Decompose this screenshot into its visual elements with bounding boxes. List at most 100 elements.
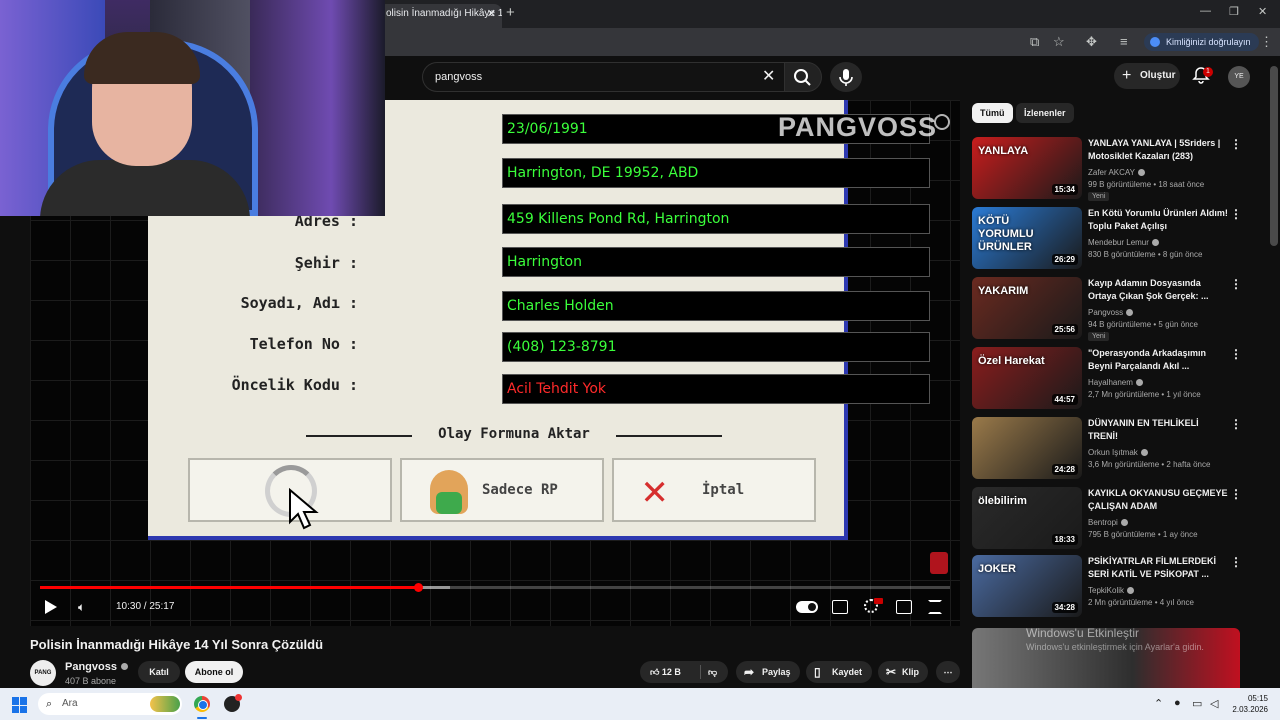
window-close-icon[interactable]: ✕ [1258, 5, 1267, 18]
related-video-channel-name: Mendebur Lemur [1088, 238, 1149, 247]
related-video-item[interactable]: YANLAYA 15:34 YANLAYA YANLAYA | 5Sriders |… [972, 137, 1262, 203]
related-video-channel[interactable]: Zafer AKCAY [1088, 168, 1145, 177]
restore-icon[interactable]: ❐ [1229, 5, 1239, 18]
video-thumbnail[interactable]: YAKARIM 25:56 [972, 277, 1082, 339]
like-button[interactable]: 👍︎ 12 B [650, 661, 681, 683]
thumbs-down-icon[interactable]: 👎︎ [708, 661, 717, 683]
channel-watermark: PANGVOSS [778, 112, 938, 142]
video-menu-icon[interactable]: ⋮ [1230, 347, 1242, 361]
video-duration: 44:57 [1051, 394, 1078, 405]
minimize-icon[interactable]: — [1200, 5, 1211, 17]
save-button[interactable]: ▯ Kaydet [806, 661, 872, 683]
video-menu-icon[interactable]: ⋮ [1230, 277, 1242, 291]
search-button[interactable] [784, 62, 822, 92]
channel-avatar[interactable]: PANG VOSS [30, 660, 56, 702]
chip-watched[interactable]: İzlenenler [1016, 103, 1074, 123]
fullscreen-icon[interactable] [928, 600, 942, 614]
video-menu-icon[interactable]: ⋮ [1230, 417, 1242, 431]
windows-start-icon[interactable] [12, 697, 28, 713]
video-thumbnail[interactable]: ölebilirim 18:33 [972, 487, 1082, 549]
bookmark-icon: ▯ [814, 665, 821, 679]
reading-list-icon[interactable]: ≡ [1120, 34, 1128, 49]
theater-mode-icon[interactable] [896, 600, 912, 614]
related-video-channel[interactable]: TepkiKolik [1088, 586, 1135, 595]
video-menu-icon[interactable]: ⋮ [1230, 207, 1242, 221]
extensions-icon[interactable]: ✥ [1086, 34, 1097, 50]
thumbnail-text: JOKER [978, 563, 1016, 575]
form-value-priority: Acil Tehdit Yok [502, 374, 930, 404]
related-video-channel[interactable]: Pangvoss [1088, 308, 1134, 317]
video-thumbnail[interactable]: 24:28 [972, 417, 1082, 479]
related-video-title[interactable]: DÜNYANIN EN TEHLİKELİ TRENİ! [1088, 417, 1228, 443]
video-thumbnail[interactable]: Özel Harekat 44:57 [972, 347, 1082, 409]
form-value-address-full: Harrington, DE 19952, ABD [502, 158, 930, 188]
search-input[interactable]: pangvoss [422, 62, 790, 92]
related-video-title[interactable]: Kayıp Adamın Dosyasında Ortaya Çıkan Şok… [1088, 277, 1228, 303]
verified-icon [1151, 239, 1159, 247]
subscribe-button[interactable]: Abone ol [185, 661, 243, 683]
progress-scrubber[interactable] [413, 583, 423, 592]
video-menu-icon[interactable]: ⋮ [1230, 487, 1242, 501]
voice-search-button[interactable] [830, 62, 862, 92]
new-badge: Yeni [1088, 332, 1110, 341]
account-avatar[interactable]: YE [1228, 66, 1250, 88]
related-video-item[interactable]: ölebilirim 18:33 KAYIKLA OKYANUSU GEÇMEYE … [972, 487, 1262, 553]
related-video-item[interactable]: JOKER 34:28 PSİKİYATRLAR FİLMLERDEKİ SERİ … [972, 555, 1262, 621]
taskbar-search[interactable]: ⌕ Ara [38, 693, 182, 715]
related-video-item[interactable]: Özel Harekat 44:57 "Operasyonda Arkadaşımı… [972, 347, 1262, 413]
chip-all[interactable]: Tümü [972, 103, 1013, 123]
related-video-title[interactable]: "Operasyonda Arkadaşımın Beyni Parçaland… [1088, 347, 1228, 373]
tab-close-icon[interactable]: ✕ [487, 4, 496, 24]
related-video-title[interactable]: YANLAYA YANLAYA | 5Sriders | Motosiklet … [1088, 137, 1228, 163]
related-video-channel-name: Zafer AKCAY [1088, 168, 1135, 177]
form-label-name: Soyadı, Adı : [240, 294, 358, 312]
related-video-channel[interactable]: Orkun Işıtmak [1088, 448, 1148, 457]
new-tab-icon[interactable]: + [506, 4, 515, 22]
related-video-meta: 2 Mn görüntüleme • 4 yıl önce [1088, 598, 1194, 607]
related-video-meta: 94 B görüntüleme • 5 gün önce [1088, 320, 1198, 329]
verified-icon [120, 663, 128, 670]
related-video-item[interactable]: YAKARIM 25:56 Kayıp Adamın Dosyasında Orta… [972, 277, 1262, 343]
subtitles-icon[interactable] [832, 600, 848, 614]
clear-search-icon[interactable]: ✕ [762, 66, 775, 86]
bookmark-star-icon[interactable]: ☆ [1053, 34, 1065, 50]
tray-chevron-icon[interactable]: ⌃ [1154, 697, 1163, 710]
related-video-channel[interactable]: Hayalhanem [1088, 378, 1143, 387]
install-app-icon[interactable]: ⧉ [1030, 34, 1039, 50]
speaker-icon[interactable]: ◁ [1210, 697, 1218, 710]
page-scrollbar[interactable] [1270, 66, 1278, 246]
browser-tab[interactable]: olisin İnanmadığı Hikâye 1 ✕ [378, 4, 502, 28]
network-icon[interactable]: ▭ [1192, 697, 1202, 710]
more-actions-icon[interactable]: ⋯ [936, 661, 960, 683]
video-thumbnail[interactable]: YANLAYA 15:34 [972, 137, 1082, 199]
share-button[interactable]: ➦ Paylaş [736, 661, 800, 683]
create-button[interactable]: + Oluştur [1114, 63, 1180, 89]
tray-mic-icon[interactable]: ● [1174, 697, 1181, 709]
volume-icon[interactable]: 🔈︎ [78, 600, 94, 614]
chrome-icon[interactable] [194, 696, 210, 712]
browser-menu-icon[interactable]: ⋮ [1260, 34, 1273, 50]
related-video-item[interactable]: 24:28 DÜNYANIN EN TEHLİKELİ TRENİ! Orkun I… [972, 417, 1262, 483]
video-thumbnail[interactable]: JOKER 34:28 [972, 555, 1082, 617]
app-root: olisin İnanmadığı Hikâye 1 ✕ + — ❐ ✕ ⧉ ☆ … [0, 0, 1280, 720]
related-video-title[interactable]: KAYIKLA OKYANUSU GEÇMEYE ÇALIŞAN ADAM [1088, 487, 1228, 513]
video-thumbnail[interactable]: KÖTÜ YORUMLU ÜRÜNLER 26:29 [972, 207, 1082, 269]
webcam-person-hair [84, 32, 200, 84]
new-badge: Yeni [1088, 192, 1110, 201]
app-icon[interactable] [224, 694, 242, 712]
clip-button[interactable]: ✂ Klip [878, 661, 928, 683]
join-button[interactable]: Katıl [138, 661, 180, 683]
video-menu-icon[interactable]: ⋮ [1230, 555, 1242, 569]
related-video-channel[interactable]: Bentropi [1088, 518, 1128, 527]
related-video-title[interactable]: En Kötü Yorumlu Ürünleri Aldım! Toplu Pa… [1088, 207, 1228, 233]
related-video-item[interactable]: KÖTÜ YORUMLU ÜRÜNLER 26:29 En Kötü Yorumlu… [972, 207, 1262, 273]
play-icon[interactable] [45, 600, 57, 614]
taskbar-clock[interactable]: 05:15 2.03.2026 [1226, 693, 1268, 715]
autoplay-toggle[interactable] [796, 601, 818, 613]
related-video-channel[interactable]: Mendebur Lemur [1088, 238, 1159, 247]
channel-name[interactable]: Pangvoss [65, 661, 128, 673]
related-video-title[interactable]: PSİKİYATRLAR FİLMLERDEKİ SERİ KATİL VE P… [1088, 555, 1228, 581]
progress-bar[interactable] [40, 583, 950, 592]
video-menu-icon[interactable]: ⋮ [1230, 137, 1242, 151]
verify-identity-button[interactable]: Kimliğinizi doğrulayın [1144, 33, 1259, 51]
